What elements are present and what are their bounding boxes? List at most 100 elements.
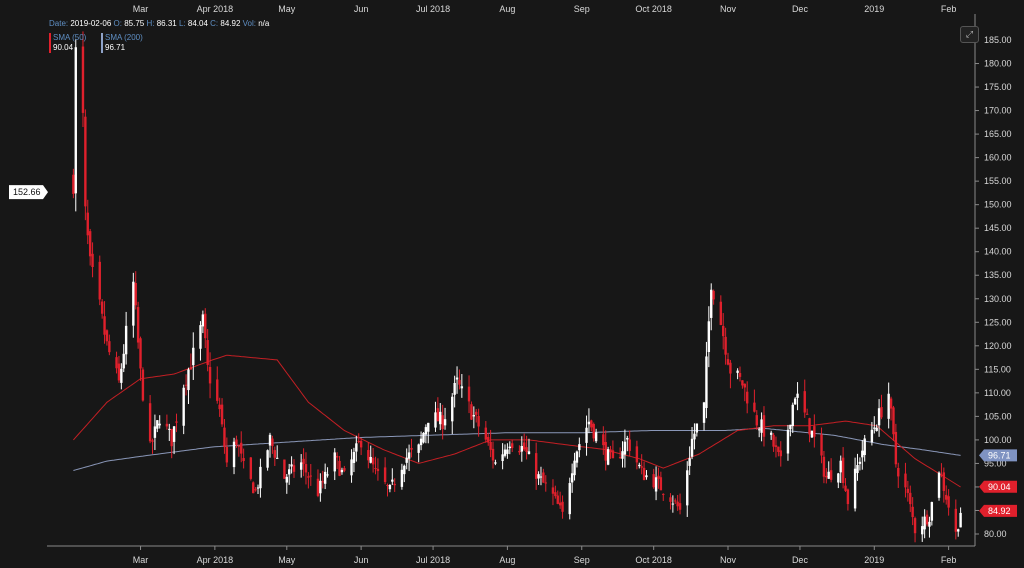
- candle-body: [522, 442, 526, 450]
- candle-body: [810, 430, 814, 438]
- candle-body: [316, 478, 320, 496]
- candle-body: [170, 428, 173, 447]
- candle-body: [575, 451, 579, 463]
- sma200-legend[interactable]: SMA (200) 96.71: [105, 33, 143, 53]
- hover-price-tag: 152.66: [13, 187, 41, 197]
- candle-body: [292, 465, 296, 472]
- open-value: 85.75: [124, 19, 145, 28]
- candle-body: [793, 398, 797, 405]
- candle-body: [259, 466, 262, 489]
- candle-body: [894, 431, 898, 465]
- candle-body: [921, 526, 924, 535]
- y-tick-label: 130.00: [984, 294, 1012, 304]
- candle-body: [489, 441, 492, 450]
- candle-body: [947, 496, 950, 508]
- x-tick-label: Oct 2018: [635, 4, 672, 14]
- candle-body: [290, 464, 293, 467]
- candle-body: [182, 387, 185, 426]
- candle-body: [690, 438, 694, 457]
- x-tick-label: Feb: [941, 555, 957, 565]
- candle-body: [719, 301, 723, 325]
- high-label: H:: [146, 19, 155, 28]
- candle-body: [487, 436, 490, 443]
- candle-body: [115, 357, 118, 369]
- candle-body: [578, 444, 581, 451]
- candle-body: [757, 429, 761, 431]
- sma50-legend[interactable]: SMA (50) 90.04: [53, 33, 86, 53]
- candle-body: [475, 411, 478, 415]
- candle-body: [628, 439, 631, 451]
- candle-body: [551, 487, 555, 494]
- candle-body: [220, 404, 224, 425]
- y-tick-label: 140.00: [984, 247, 1012, 257]
- candle-body: [743, 383, 746, 388]
- candle-body: [338, 460, 341, 476]
- candle-body: [460, 386, 464, 389]
- candle-body: [937, 472, 941, 498]
- candle-body: [91, 253, 94, 268]
- candle-body: [674, 500, 677, 502]
- candle-body: [407, 452, 411, 459]
- candle-body: [592, 423, 595, 439]
- candle-body: [134, 282, 137, 306]
- candle-body: [326, 474, 329, 476]
- candle-body: [333, 452, 336, 472]
- y-tick-label: 175.00: [984, 82, 1012, 92]
- candle-body: [240, 442, 243, 454]
- candle-body: [309, 475, 312, 477]
- candle-body: [710, 289, 713, 318]
- candle-body: [745, 391, 749, 404]
- candle-body: [738, 373, 742, 377]
- candle-body: [201, 314, 205, 327]
- candle-body: [510, 443, 514, 449]
- candle-body: [136, 307, 140, 343]
- candle-body: [870, 429, 874, 443]
- candle-body: [120, 368, 123, 383]
- high-value: 86.31: [156, 19, 177, 28]
- candle-body: [455, 377, 459, 380]
- candle-body: [491, 448, 495, 461]
- candle-body: [376, 468, 380, 472]
- candle-body: [906, 488, 910, 493]
- candle-body: [357, 441, 360, 443]
- candle-body: [276, 457, 279, 459]
- x-tick-label: 2019: [864, 555, 884, 565]
- candle-body: [237, 445, 241, 447]
- candle-body: [235, 439, 238, 445]
- x-tick-label: Apr 2018: [197, 4, 234, 14]
- candle-body: [249, 457, 253, 479]
- sma50-line: [73, 354, 961, 488]
- candle-body: [122, 353, 125, 369]
- candle-body: [148, 403, 152, 442]
- candle-body: [321, 481, 324, 483]
- candle-body: [638, 464, 641, 467]
- candle-body: [534, 453, 538, 479]
- candle-body: [206, 340, 209, 365]
- candle-body: [105, 330, 109, 342]
- x-tick-label: Feb: [941, 4, 957, 14]
- candle-body: [467, 386, 471, 402]
- candle-body: [621, 451, 624, 459]
- candle-body: [556, 495, 559, 504]
- price-chart[interactable]: 80.0085.0090.0095.00100.00105.00110.0011…: [0, 0, 1024, 568]
- expand-icon[interactable]: ⤢: [960, 26, 979, 43]
- candle-body: [141, 369, 145, 401]
- candle-body: [602, 434, 605, 446]
- candle-body: [561, 501, 564, 512]
- candle-body: [158, 423, 161, 426]
- candle-body: [676, 501, 679, 507]
- candle-body: [335, 456, 339, 458]
- candle-body: [585, 427, 588, 443]
- candle-body: [568, 483, 571, 515]
- sma50-legend-swatch: [49, 33, 51, 53]
- candle-body: [189, 367, 193, 370]
- candle-body: [820, 434, 823, 456]
- candle-body: [959, 512, 962, 528]
- x-tick-label: Dec: [792, 555, 809, 565]
- candle-body: [729, 362, 732, 374]
- candle-body: [302, 458, 305, 464]
- candle-body: [393, 483, 396, 486]
- y-tick-label: 165.00: [984, 129, 1012, 139]
- candle-body: [527, 451, 531, 455]
- candle-body: [86, 212, 89, 236]
